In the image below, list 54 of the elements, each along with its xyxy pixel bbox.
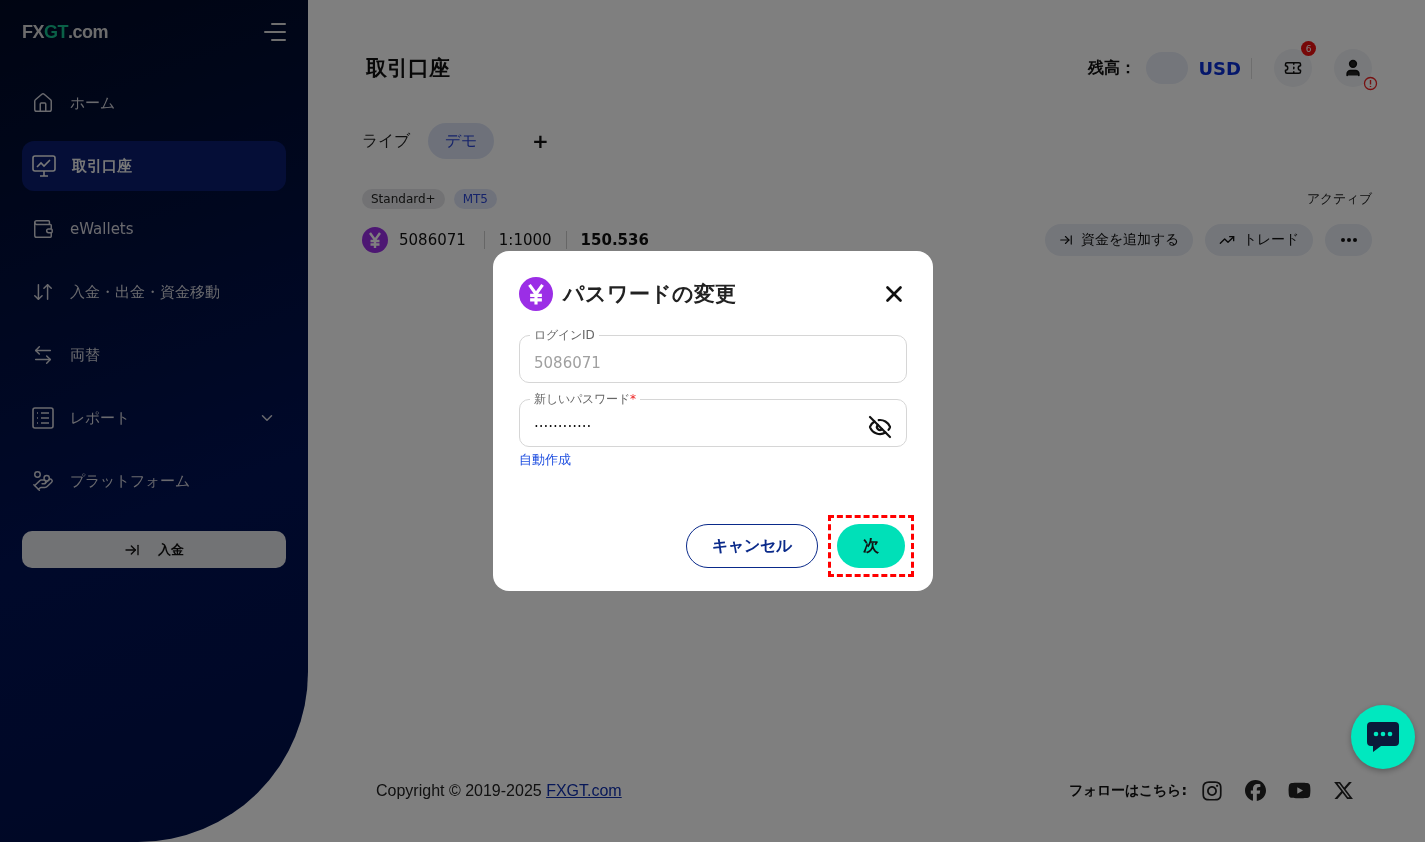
sidebar-item[interactable]: レポート <box>22 393 286 443</box>
sidebar-item[interactable]: プラットフォーム <box>22 456 286 506</box>
currency-label[interactable]: USD <box>1198 57 1252 79</box>
page-title: 取引口座 <box>366 55 450 82</box>
chat-bubble-icon <box>1365 720 1401 754</box>
facebook-icon[interactable] <box>1245 780 1266 801</box>
cancel-button[interactable]: キャンセル <box>686 524 818 568</box>
next-button[interactable]: 次 <box>837 524 905 568</box>
logo[interactable]: FXGT.com <box>22 21 109 43</box>
account-action-button[interactable]: 資金を追加する <box>1045 224 1193 256</box>
account-id: 5086071 <box>399 231 485 249</box>
more-icon <box>1340 238 1357 242</box>
hand-coins-icon <box>32 470 54 492</box>
sidebar-item[interactable]: ホーム <box>22 78 286 128</box>
auto-generate-link[interactable]: 自動作成 <box>519 451 571 469</box>
x-icon[interactable] <box>1333 780 1354 801</box>
dialog-title: パスワードの変更 <box>563 281 737 308</box>
sidebar-item[interactable]: 入金・出金・資金移動 <box>22 267 286 317</box>
account-status: アクティブ <box>1307 190 1372 208</box>
menu-icon[interactable] <box>264 22 286 42</box>
sidebar-item[interactable]: 両替 <box>22 330 286 380</box>
copyright-text: Copyright © 2019-2025 FXGT.com <box>376 781 622 800</box>
alert-icon <box>1363 76 1378 91</box>
account-tab[interactable]: デモ <box>428 123 494 159</box>
notification-badge: 6 <box>1301 41 1316 56</box>
account-tag: Standard+ <box>362 189 445 209</box>
arrows-left-right-icon <box>32 344 54 366</box>
account-tag: MT5 <box>453 189 497 209</box>
yen-icon <box>362 227 388 253</box>
list-icon <box>32 407 54 429</box>
yen-icon <box>519 277 553 311</box>
copyright-link[interactable]: FXGT.com <box>546 781 622 799</box>
user-icon <box>1343 58 1363 78</box>
account-action-button[interactable]: トレード <box>1205 224 1313 256</box>
wallet-icon <box>32 218 54 240</box>
balance-label: 残高： <box>1088 57 1137 79</box>
follow-label: フォローはこちら: <box>1069 781 1187 800</box>
deposit-button[interactable]: 入金 <box>22 531 286 568</box>
eye-off-icon[interactable] <box>868 415 892 439</box>
account-tab[interactable]: ライブ <box>362 123 410 159</box>
arrows-up-down-icon <box>32 281 54 303</box>
profile-button[interactable] <box>1334 49 1372 87</box>
home-icon <box>32 92 54 114</box>
sidebar-item[interactable]: eWallets <box>22 204 286 254</box>
monitor-chart-icon <box>32 155 56 177</box>
account-balance: 150.536 <box>580 231 650 249</box>
more-button[interactable] <box>1325 224 1372 256</box>
instagram-icon[interactable] <box>1201 779 1223 802</box>
arrow-to-line-icon <box>1059 233 1073 247</box>
sidebar-item[interactable]: 取引口座 <box>22 141 286 191</box>
ticket-icon <box>1284 59 1302 77</box>
add-tab-button[interactable]: + <box>526 128 555 154</box>
input-field[interactable]: 新しいパスワード* ············ <box>519 391 907 447</box>
leverage: 1:1000 <box>498 231 567 249</box>
